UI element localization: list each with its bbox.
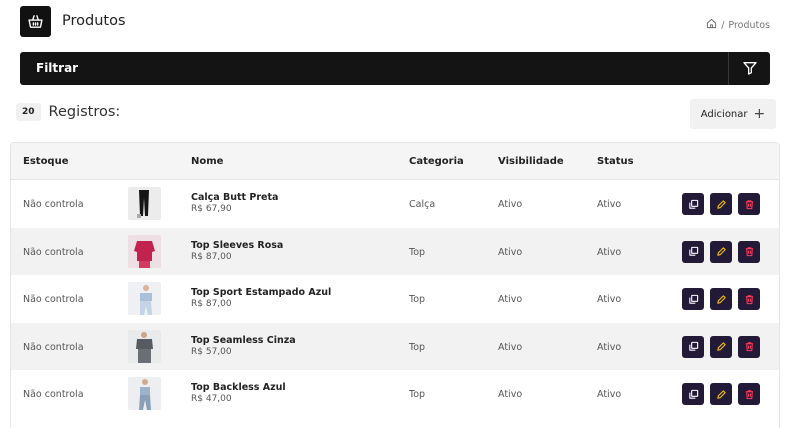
stock-cell: Não controla	[23, 294, 84, 305]
status-cell: Ativo	[597, 294, 622, 305]
edit-button[interactable]	[710, 383, 732, 405]
product-name: Top Sport Estampado Azul	[191, 287, 332, 298]
copy-icon	[688, 195, 699, 214]
product-price: R$ 67,90	[191, 204, 232, 214]
breadcrumb-separator: /	[721, 19, 725, 31]
trash-icon	[744, 242, 755, 261]
filter-title: Filtrar	[36, 61, 79, 75]
table-row[interactable]: Não controla Top Backless Azul R$ 47,00 Top…	[11, 370, 779, 418]
row-actions	[682, 193, 760, 215]
column-header-visibility[interactable]: Visibilidade	[498, 156, 564, 167]
table-row[interactable]: Não controla Top Sleeves Rosa R$ 87,00 Top A…	[11, 227, 779, 275]
records-label: Registros:	[48, 104, 121, 120]
table-row[interactable]: Não controla Top Sport Estampado Azul R$ 8…	[11, 275, 779, 323]
column-header-status[interactable]: Status	[597, 156, 634, 167]
page-title: Produtos	[62, 13, 126, 29]
duplicate-button[interactable]	[682, 240, 704, 263]
product-thumbnail	[128, 282, 161, 315]
row-actions	[682, 335, 760, 358]
table-row[interactable]: Não controla Calça Butt Preta R$ 67,90 Calç…	[11, 180, 779, 228]
category-cell: Top	[409, 341, 426, 353]
status-cell: Ativo	[597, 246, 622, 258]
row-actions	[682, 240, 760, 263]
table-row[interactable]: Não controla Top Seamless Cinza R$ 57,00 To…	[11, 322, 779, 370]
pencil-icon	[716, 242, 727, 261]
pencil-icon	[716, 195, 727, 214]
product-thumbnail	[128, 329, 161, 363]
copy-icon	[688, 290, 699, 309]
filter-divider	[728, 52, 729, 85]
product-price: R$ 57,00	[191, 346, 232, 357]
funnel-icon[interactable]	[742, 60, 758, 80]
product-name: Top Seamless Cinza	[191, 334, 296, 346]
copy-icon	[688, 337, 699, 356]
duplicate-button[interactable]	[682, 383, 704, 405]
product-price: R$ 87,00	[191, 251, 232, 262]
product-name: Calça Butt Preta	[191, 192, 279, 203]
stock-cell: Não controla	[23, 246, 84, 258]
add-button[interactable]: Adicionar +	[690, 99, 776, 129]
edit-button[interactable]	[710, 240, 732, 263]
product-thumbnail	[128, 234, 161, 268]
column-header-name[interactable]: Nome	[191, 156, 223, 167]
visibility-cell: Ativo	[498, 199, 523, 210]
column-header-stock[interactable]: Estoque	[23, 156, 69, 167]
product-name: Top Backless Azul	[191, 382, 286, 393]
status-cell: Ativo	[597, 389, 622, 400]
stock-cell: Não controla	[23, 389, 84, 400]
breadcrumb-current: Produtos	[728, 19, 770, 31]
stock-cell: Não controla	[23, 341, 84, 353]
plus-icon: +	[753, 106, 766, 122]
visibility-cell: Ativo	[498, 246, 523, 258]
copy-icon	[688, 242, 699, 261]
category-cell: Calça	[409, 199, 436, 210]
delete-button[interactable]	[738, 193, 760, 215]
trash-icon	[744, 290, 755, 309]
visibility-cell: Ativo	[498, 294, 523, 305]
category-cell: Top	[409, 294, 426, 305]
visibility-cell: Ativo	[498, 389, 523, 400]
records-count-badge: 20	[16, 103, 41, 121]
records-summary: 20 Registros:	[16, 103, 120, 121]
delete-button[interactable]	[738, 240, 760, 263]
products-table: Estoque Nome Categoria Visibilidade Stat…	[10, 142, 780, 428]
home-icon[interactable]	[706, 18, 717, 32]
breadcrumb: / Produtos	[706, 18, 770, 32]
delete-button[interactable]	[738, 288, 760, 310]
pencil-icon	[716, 290, 727, 309]
copy-icon	[688, 385, 699, 404]
add-button-label: Adicionar	[700, 108, 748, 120]
delete-button[interactable]	[738, 335, 760, 358]
duplicate-button[interactable]	[682, 193, 704, 215]
pencil-icon	[716, 385, 727, 404]
product-name: Top Sleeves Rosa	[191, 239, 284, 251]
trash-icon	[744, 385, 755, 404]
duplicate-button[interactable]	[682, 335, 704, 358]
table-header: Estoque Nome Categoria Visibilidade Stat…	[11, 143, 779, 180]
product-thumbnail	[128, 187, 161, 220]
status-cell: Ativo	[597, 199, 622, 210]
page-header: Produtos / Produtos	[20, 6, 772, 38]
product-price: R$ 87,00	[191, 299, 232, 309]
trash-icon	[744, 337, 755, 356]
edit-button[interactable]	[710, 288, 732, 310]
row-actions	[682, 288, 760, 310]
status-cell: Ativo	[597, 341, 622, 353]
filter-bar[interactable]: Filtrar	[20, 52, 770, 85]
delete-button[interactable]	[738, 383, 760, 405]
category-cell: Top	[409, 246, 426, 258]
column-header-category[interactable]: Categoria	[409, 156, 464, 167]
edit-button[interactable]	[710, 335, 732, 358]
stock-cell: Não controla	[23, 199, 84, 210]
basket-icon	[20, 6, 51, 37]
product-price: R$ 47,00	[191, 394, 232, 404]
row-actions	[682, 383, 760, 405]
trash-icon	[744, 195, 755, 214]
edit-button[interactable]	[710, 193, 732, 215]
pencil-icon	[716, 337, 727, 356]
category-cell: Top	[409, 389, 426, 400]
visibility-cell: Ativo	[498, 341, 523, 353]
product-thumbnail	[128, 377, 161, 410]
duplicate-button[interactable]	[682, 288, 704, 310]
